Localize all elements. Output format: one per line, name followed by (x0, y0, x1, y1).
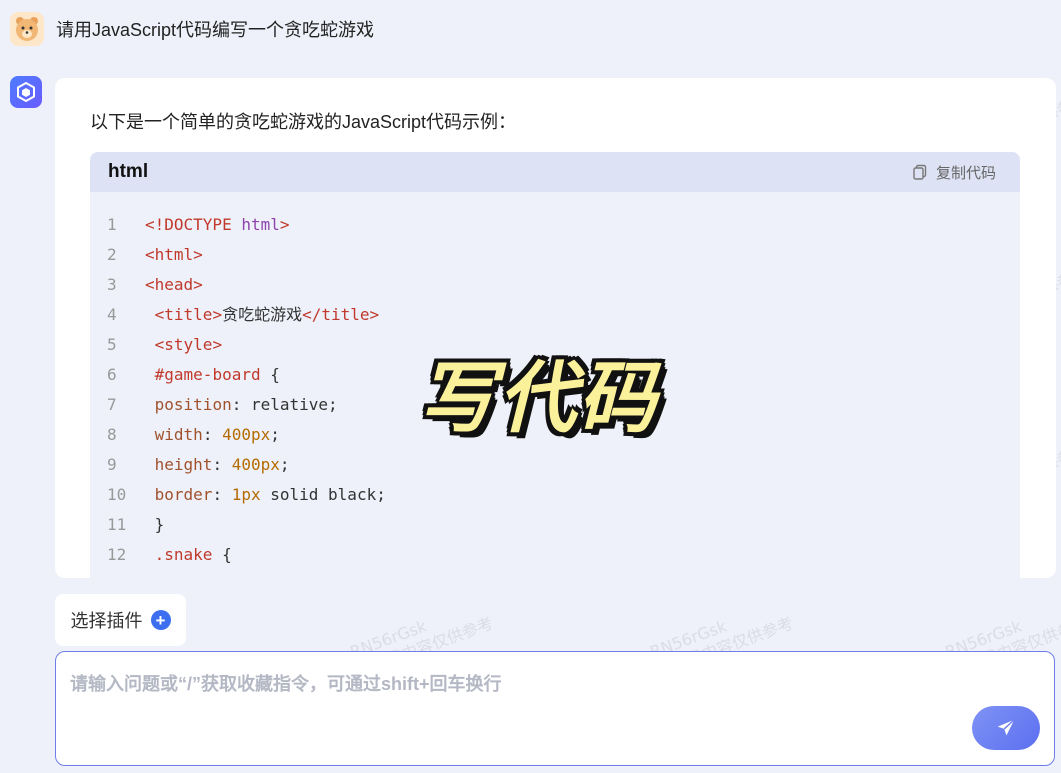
line-code: <title>贪吃蛇游戏</title> (154, 305, 380, 324)
code-language-label: html (108, 161, 149, 182)
chat-input[interactable] (70, 670, 950, 710)
code-line: 7 position: relative; (90, 390, 1020, 420)
line-number: 2 (107, 245, 117, 264)
line-number: 3 (107, 275, 117, 294)
code-block: html 复制代码 1 <!DOCTYPE html> 2 <html> 3 <head>… (90, 152, 1020, 578)
line-number: 4 (107, 305, 117, 324)
line-number: 8 (107, 425, 117, 444)
code-line: 1 <!DOCTYPE html> (90, 210, 1020, 240)
assistant-answer-card: 以下是一个简单的贪吃蛇游戏的JavaScript代码示例： html 复制代码 … (55, 78, 1056, 578)
assistant-avatar (10, 76, 42, 108)
line-code: <head> (145, 275, 203, 294)
user-message: 请用JavaScript代码编写一个贪吃蛇游戏 (10, 12, 374, 46)
code-line: 10 border: 1px solid black; (90, 480, 1020, 510)
copy-code-label: 复制代码 (935, 164, 996, 182)
line-code: } (145, 515, 165, 534)
line-number: 7 (107, 395, 117, 414)
copy-icon (913, 164, 927, 180)
bear-avatar-icon (16, 17, 38, 41)
line-code: <html> (145, 245, 203, 264)
line-code: <!DOCTYPE html> (145, 215, 290, 234)
line-code: width: 400px; (154, 425, 280, 444)
send-icon (997, 719, 1015, 736)
line-code: <style> (154, 335, 223, 354)
line-number: 12 (107, 545, 127, 564)
select-plugin-button[interactable]: 选择插件 + (55, 594, 186, 646)
code-line: 3 <head> (90, 270, 1020, 300)
user-question-text: 请用JavaScript代码编写一个贪吃蛇游戏 (56, 20, 375, 40)
code-line: 6 #game-board { (90, 360, 1020, 390)
code-line: 11 } (90, 510, 1020, 540)
user-avatar (10, 12, 44, 46)
line-number: 9 (107, 455, 117, 474)
line-code: #game-board { (154, 365, 280, 384)
line-number: 11 (107, 515, 127, 534)
copy-code-button[interactable]: 复制代码 (912, 162, 996, 183)
assistant-logo-icon (17, 82, 35, 102)
select-plugin-label: 选择插件 (70, 611, 143, 631)
line-number: 10 (107, 485, 127, 504)
code-block-header: html 复制代码 (90, 152, 1020, 192)
line-number: 1 (107, 215, 117, 234)
send-button[interactable] (972, 706, 1040, 750)
code-line: 12 .snake { (90, 540, 1020, 570)
code-line: 4 <title>贪吃蛇游戏</title> (90, 300, 1020, 330)
chat-input-box (55, 651, 1055, 766)
line-code: position: relative; (154, 395, 338, 414)
answer-intro-text: 以下是一个简单的贪吃蛇游戏的JavaScript代码示例： (90, 112, 517, 132)
code-line: 2 <html> (90, 240, 1020, 270)
line-number: 5 (107, 335, 117, 354)
code-line: 5 <style> (90, 330, 1020, 360)
code-line: 9 height: 400px; (90, 450, 1020, 480)
code-line: 8 width: 400px; (90, 420, 1020, 450)
plus-icon: + (150, 610, 171, 630)
line-code: border: 1px solid black; (154, 485, 386, 504)
line-code: .snake { (154, 545, 232, 564)
line-code: height: 400px; (154, 455, 290, 474)
line-number: 6 (107, 365, 117, 384)
code-body: 1 <!DOCTYPE html> 2 <html> 3 <head> 4 <title>贪… (90, 192, 1020, 570)
